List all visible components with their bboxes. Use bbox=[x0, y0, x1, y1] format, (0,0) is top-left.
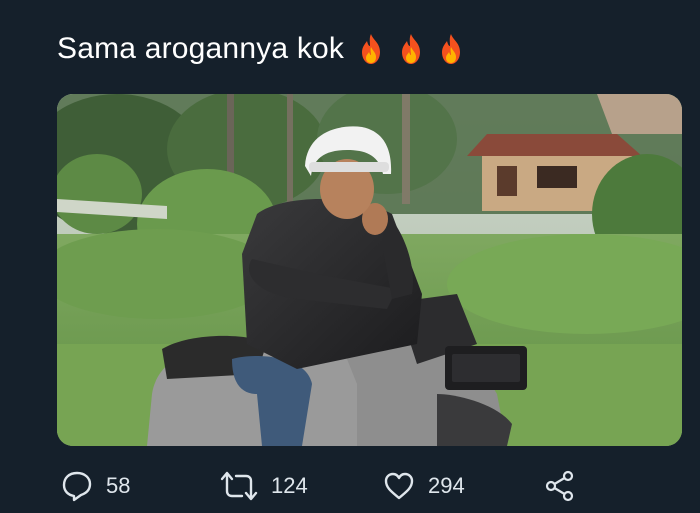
reply-button[interactable]: 58 bbox=[60, 466, 130, 506]
reply-icon bbox=[60, 469, 94, 503]
retweet-count: 124 bbox=[271, 473, 308, 498]
share-icon bbox=[543, 469, 577, 503]
like-count: 294 bbox=[428, 473, 465, 498]
retweet-icon bbox=[219, 469, 259, 503]
tweet-photo[interactable] bbox=[57, 94, 682, 446]
retweet-button[interactable]: 124 bbox=[219, 466, 308, 506]
fire-icon bbox=[358, 33, 384, 65]
photo-scene bbox=[57, 94, 682, 446]
share-button[interactable] bbox=[543, 466, 577, 506]
like-button[interactable]: 294 bbox=[382, 466, 465, 506]
fire-icon bbox=[438, 33, 464, 65]
reply-count: 58 bbox=[106, 473, 131, 498]
tweet: Sama arogannya kok 58 124 294 bbox=[0, 0, 700, 513]
action-bar: 58 124 294 bbox=[0, 466, 700, 506]
emoji-group bbox=[358, 33, 464, 65]
tweet-text-row: Sama arogannya kok bbox=[57, 27, 464, 71]
tweet-text: Sama arogannya kok bbox=[57, 32, 345, 65]
like-icon bbox=[382, 469, 416, 503]
fire-icon bbox=[398, 33, 424, 65]
